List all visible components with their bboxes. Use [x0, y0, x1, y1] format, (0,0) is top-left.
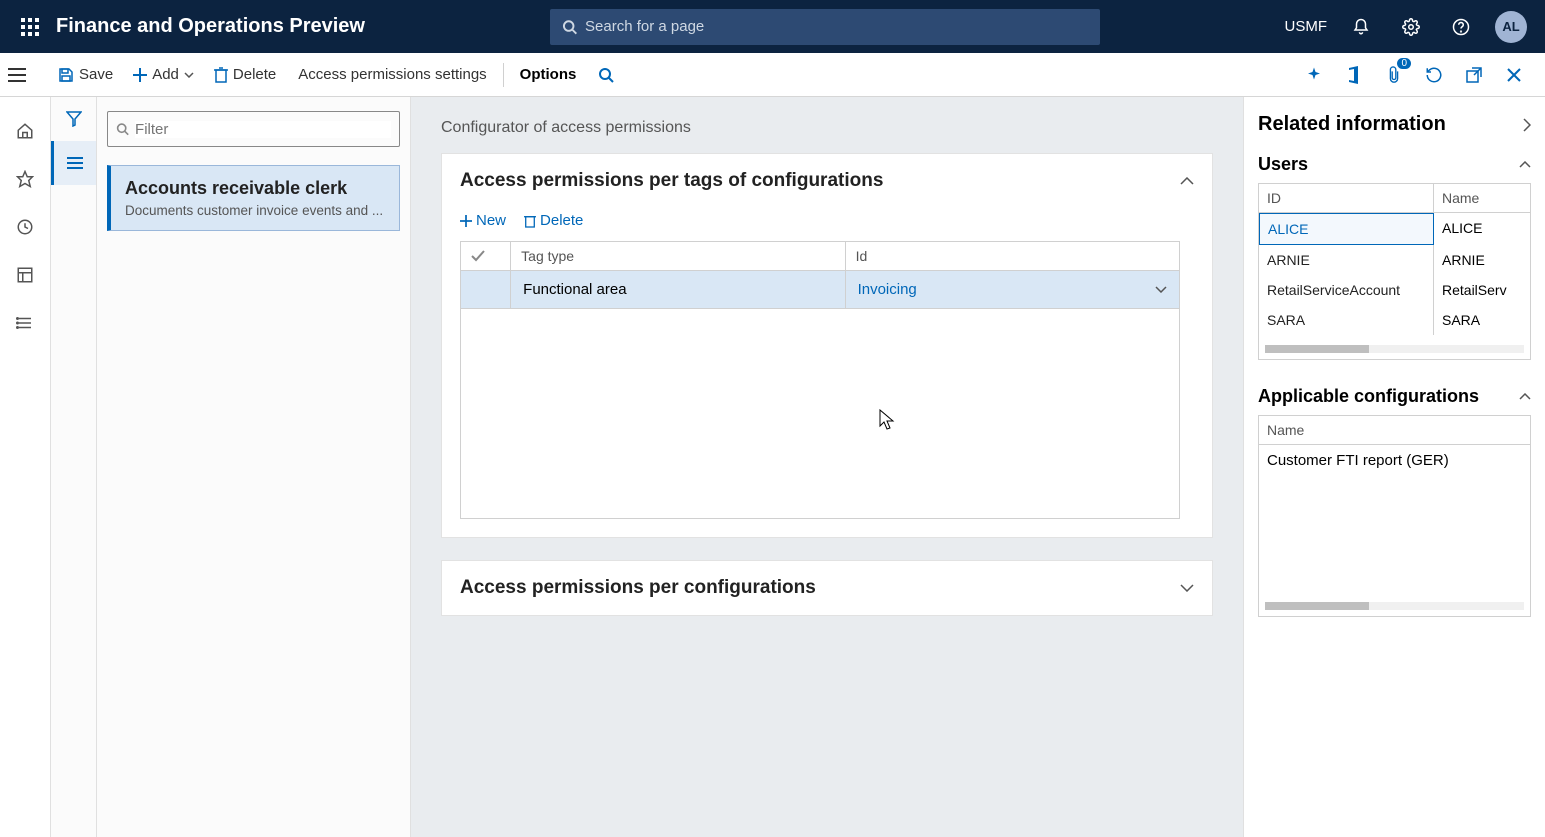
save-button[interactable]: Save	[48, 60, 123, 89]
configs-grid: Name Customer FTI report (GER)	[1258, 415, 1531, 617]
related-info-title: Related information	[1258, 113, 1446, 136]
section-configs-header[interactable]: Access permissions per configurations	[442, 561, 1212, 615]
page-title: Configurator of access permissions	[441, 119, 1213, 137]
cmd-options[interactable]: Options	[508, 60, 589, 89]
role-card-description: Documents customer invoice events and ..…	[125, 203, 385, 218]
users-grid-body: ALICEALICE ARNIEARNIE RetailServiceAccou…	[1259, 213, 1530, 339]
app-title: Finance and Operations Preview	[56, 15, 365, 38]
close-icon[interactable]	[1499, 60, 1529, 90]
list-pane: Accounts receivable clerk Documents cust…	[51, 97, 411, 837]
refresh-icon[interactable]	[1419, 60, 1449, 90]
chevron-up-icon	[1519, 393, 1531, 400]
rail-recent-icon[interactable]	[9, 211, 41, 243]
users-col-name[interactable]: Name	[1434, 184, 1530, 212]
trash-icon	[214, 67, 228, 83]
company-code[interactable]: USMF	[1284, 18, 1327, 35]
cell-id[interactable]: Invoicing	[846, 271, 1179, 308]
users-horizontal-scrollbar[interactable]	[1265, 345, 1524, 353]
copilot-icon[interactable]	[1299, 60, 1329, 90]
chevron-up-icon	[1180, 177, 1194, 185]
grid-select-all[interactable]	[461, 242, 511, 271]
configs-grid-body: Customer FTI report (GER)	[1259, 445, 1530, 596]
configs-horizontal-scrollbar[interactable]	[1265, 602, 1524, 610]
chevron-right-icon[interactable]	[1523, 118, 1531, 132]
plus-icon	[133, 68, 147, 82]
trash-icon	[524, 214, 536, 228]
rail-modules-icon[interactable]	[9, 307, 41, 339]
separator	[503, 63, 504, 87]
configs-section-title: Applicable configurations	[1258, 386, 1479, 407]
settings-icon[interactable]	[1395, 11, 1427, 43]
search-icon	[562, 19, 577, 35]
chevron-down-icon	[1180, 584, 1194, 592]
rail-favorites-icon[interactable]	[9, 163, 41, 195]
section-tags-header[interactable]: Access permissions per tags of configura…	[442, 154, 1212, 208]
rail-workspaces-icon[interactable]	[9, 259, 41, 291]
rail-home-icon[interactable]	[9, 115, 41, 147]
global-search[interactable]	[550, 9, 1100, 45]
users-section-title: Users	[1258, 154, 1308, 175]
grid-new-button[interactable]: New	[460, 212, 506, 229]
left-nav-rail	[0, 97, 51, 837]
users-row[interactable]: SARASARA	[1259, 305, 1530, 335]
add-button[interactable]: Add	[123, 60, 204, 89]
chevron-down-icon	[184, 72, 194, 78]
grid-row-selector[interactable]	[461, 271, 511, 309]
users-row[interactable]: RetailServiceAccountRetailServ	[1259, 275, 1530, 305]
cell-tagtype[interactable]: Functional area	[511, 271, 844, 308]
main-content: Configurator of access permissions Acces…	[411, 97, 1243, 837]
users-grid: ID Name ALICEALICE ARNIEARNIE RetailServ…	[1258, 183, 1531, 360]
configs-row[interactable]: Customer FTI report (GER)	[1259, 445, 1530, 476]
chevron-up-icon	[1519, 161, 1531, 168]
help-icon[interactable]	[1445, 11, 1477, 43]
users-col-id[interactable]: ID	[1259, 184, 1434, 212]
grid-delete-button[interactable]: Delete	[524, 212, 583, 229]
grid-row[interactable]: Functional area Invoicing	[461, 271, 1180, 309]
tags-grid: Tag type Id Functional area Invoicing	[460, 241, 1180, 519]
section-tags: Access permissions per tags of configura…	[441, 153, 1213, 538]
command-bar: Save Add Delete Access permissions setti…	[0, 53, 1545, 97]
section-configs: Access permissions per configurations	[441, 560, 1213, 616]
listpane-filter-tab[interactable]	[51, 97, 96, 141]
list-filter-input[interactable]	[135, 121, 391, 138]
chevron-down-icon[interactable]	[1155, 286, 1167, 293]
office-icon[interactable]	[1339, 60, 1369, 90]
users-section: Users ID Name ALICEALICE ARNIEARNIE Reta…	[1258, 154, 1531, 360]
role-card-selected[interactable]: Accounts receivable clerk Documents cust…	[107, 165, 400, 231]
grid-col-id[interactable]: Id	[845, 242, 1179, 271]
configs-col-name[interactable]: Name	[1259, 416, 1530, 444]
save-icon	[58, 67, 74, 83]
global-search-input[interactable]	[585, 18, 1088, 35]
top-navbar: Finance and Operations Preview USMF AL	[0, 0, 1545, 53]
plus-icon	[460, 215, 472, 227]
configs-section: Applicable configurations Name Customer …	[1258, 386, 1531, 617]
search-icon	[116, 122, 129, 136]
users-row[interactable]: ALICEALICE	[1259, 213, 1530, 245]
configs-section-header[interactable]: Applicable configurations	[1258, 386, 1531, 407]
delete-button[interactable]: Delete	[204, 60, 286, 89]
users-row[interactable]: ARNIEARNIE	[1259, 245, 1530, 275]
nav-toggle-icon[interactable]	[8, 68, 48, 82]
grid-empty-area	[1259, 476, 1530, 596]
grid-col-tagtype[interactable]: Tag type	[511, 242, 845, 271]
list-filter[interactable]	[107, 111, 400, 147]
cmd-access-permissions-settings[interactable]: Access permissions settings	[286, 60, 498, 89]
user-avatar[interactable]: AL	[1495, 11, 1527, 43]
popout-icon[interactable]	[1459, 60, 1489, 90]
notifications-icon[interactable]	[1345, 11, 1377, 43]
search-icon	[598, 67, 614, 83]
find-button[interactable]	[588, 61, 624, 89]
app-launcher-icon[interactable]	[10, 7, 50, 47]
listpane-list-tab[interactable]	[51, 141, 96, 185]
grid-empty-area	[461, 309, 1180, 519]
section-tags-title: Access permissions per tags of configura…	[460, 170, 883, 192]
section-configs-title: Access permissions per configurations	[460, 577, 816, 599]
users-section-header[interactable]: Users	[1258, 154, 1531, 175]
attachments-icon[interactable]: 0	[1379, 60, 1409, 90]
role-card-title: Accounts receivable clerk	[125, 178, 385, 199]
related-info-pane: Related information Users ID Name ALICEA…	[1243, 97, 1545, 837]
attachment-count-badge: 0	[1397, 58, 1411, 69]
